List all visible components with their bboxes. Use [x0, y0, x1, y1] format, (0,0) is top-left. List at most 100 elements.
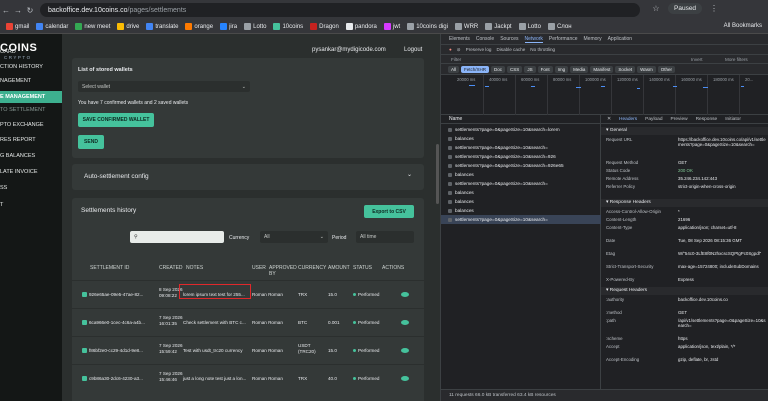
wallet-select[interactable]: Select wallet ⌄: [78, 81, 250, 92]
devtools-tab-network[interactable]: Network: [524, 36, 543, 43]
more-filters[interactable]: More filters: [725, 55, 748, 64]
sidebar-item-10[interactable]: T: [0, 199, 62, 211]
request-row[interactable]: settlements?page=0&pageSize=10&search=: [441, 179, 601, 188]
bookmark-0[interactable]: gmail: [6, 23, 29, 30]
profile-button[interactable]: Paused: [668, 3, 703, 14]
back-icon[interactable]: ←: [0, 6, 12, 15]
request-row[interactable]: settlements?page=0&pageSize=10&search=: [441, 143, 601, 152]
type-filter-6[interactable]: Img: [554, 65, 569, 73]
type-filter-3[interactable]: CSS: [507, 65, 523, 73]
save-wallet-button[interactable]: SAVE CONFIRMED WALLET: [78, 113, 154, 127]
sidebar-item-2[interactable]: NAGEMENT: [0, 75, 62, 87]
type-filter-9[interactable]: Socket: [615, 65, 636, 73]
bookmark-1[interactable]: calendar: [36, 23, 68, 30]
type-filter-11[interactable]: Other: [657, 65, 676, 73]
close-icon[interactable]: ✕: [607, 117, 611, 122]
copy-icon[interactable]: [82, 320, 87, 325]
copy-icon[interactable]: [82, 348, 87, 353]
type-filter-4[interactable]: JS: [524, 65, 536, 73]
currency-select[interactable]: All ⌄: [260, 231, 328, 243]
bookmark-11[interactable]: jwt: [383, 23, 400, 30]
forward-icon[interactable]: →: [12, 6, 24, 15]
bookmark-16[interactable]: Слон: [547, 23, 572, 30]
request-row[interactable]: balances: [441, 188, 601, 197]
filter-input[interactable]: Filter Invert More filters: [441, 55, 768, 64]
eye-icon[interactable]: [401, 320, 409, 325]
detail-tab-initiator[interactable]: Initiator: [725, 117, 741, 122]
bookmark-7[interactable]: Lotto: [244, 23, 266, 30]
bookmark-10[interactable]: pandora: [345, 23, 377, 30]
type-filter-2[interactable]: Doc: [491, 65, 506, 73]
request-row[interactable]: balances: [441, 197, 601, 206]
sidebar-item-0[interactable]: OARD: [0, 46, 62, 58]
sidebar-item-1[interactable]: CTION HISTORY: [0, 61, 62, 73]
type-filter-5[interactable]: Font: [537, 65, 553, 73]
reload-icon[interactable]: ↻: [24, 6, 36, 15]
record-icon[interactable]: ●: [449, 47, 452, 52]
eye-icon[interactable]: [401, 292, 409, 297]
devtools-tab-console[interactable]: Console: [476, 36, 494, 42]
devtools-tab-elements[interactable]: Elements: [449, 36, 470, 42]
devtools-tab-sources[interactable]: Sources: [500, 36, 518, 42]
bookmark-2[interactable]: new meet: [75, 23, 110, 30]
sidebar-item-4[interactable]: TO SETTLEMENT: [0, 104, 62, 116]
address-bar[interactable]: backoffice.dev.10coins.co/pages/settleme…: [40, 3, 640, 17]
network-option-2[interactable]: No throttling: [530, 47, 555, 52]
sidebar-item-9[interactable]: SS: [0, 182, 62, 194]
detail-tab-payload[interactable]: Payload: [645, 117, 662, 122]
bookmark-15[interactable]: Lotto: [518, 23, 541, 30]
sidebar-item-7[interactable]: G BALANCES: [0, 150, 62, 162]
send-button[interactable]: SEND: [78, 135, 104, 149]
request-row[interactable]: balances: [441, 134, 601, 143]
menu-icon[interactable]: ⋮: [708, 4, 720, 13]
detail-tab-response[interactable]: Response: [696, 117, 718, 122]
type-filter-8[interactable]: Manifest: [590, 65, 614, 73]
type-filter-7[interactable]: Media: [570, 65, 589, 73]
period-select[interactable]: All time: [356, 231, 414, 243]
type-filter-0[interactable]: All: [448, 65, 460, 73]
sidebar-item-3[interactable]: E MANAGEMENT: [0, 91, 62, 103]
sidebar-item-8[interactable]: LATE INVOICE: [0, 166, 62, 178]
bookmark-6[interactable]: jira: [220, 23, 237, 30]
search-input[interactable]: ⚲: [130, 231, 224, 243]
request-section-header[interactable]: ▾ Request Headers: [601, 287, 768, 295]
auto-settlement-card[interactable]: Auto-settlement config ⌄: [72, 164, 424, 190]
request-row[interactable]: settlements?page=0&pageSize=10&search=92…: [441, 152, 601, 161]
detail-tab-headers[interactable]: Headers: [619, 117, 637, 122]
eye-icon[interactable]: [401, 348, 409, 353]
devtools-tab-application[interactable]: Application: [608, 36, 632, 42]
bookmark-14[interactable]: Jackpt: [485, 23, 512, 30]
invert-toggle[interactable]: Invert: [691, 55, 703, 64]
response-section-header[interactable]: ▾ Response Headers: [601, 199, 768, 207]
request-row[interactable]: settlements?page=0&pageSize=10&search=: [441, 215, 601, 224]
bookmark-9[interactable]: Dragon: [310, 23, 339, 30]
network-option-1[interactable]: Disable cache: [496, 47, 525, 52]
copy-icon[interactable]: [82, 292, 87, 297]
clear-icon[interactable]: ⊘: [457, 47, 461, 53]
bookmark-4[interactable]: translate: [146, 23, 178, 30]
star-icon[interactable]: ☆: [650, 4, 662, 13]
request-row[interactable]: balances: [441, 170, 601, 179]
page-scrollbar[interactable]: [436, 144, 439, 204]
devtools-tab-memory[interactable]: Memory: [584, 36, 602, 42]
type-filter-10[interactable]: Wasm: [637, 65, 656, 73]
sidebar-item-5[interactable]: PTO EXCHANGE: [0, 119, 62, 131]
request-row[interactable]: settlements?page=0&pageSize=10&search=lo…: [441, 125, 601, 134]
network-option-0[interactable]: Preserve log: [466, 47, 492, 52]
request-row[interactable]: balances: [441, 206, 601, 215]
sidebar-item-6[interactable]: RES REPORT: [0, 134, 62, 146]
logout-button[interactable]: Logout: [404, 47, 422, 53]
export-csv-button[interactable]: Export to CSV: [364, 205, 414, 218]
detail-tab-preview[interactable]: Preview: [671, 117, 688, 122]
bookmark-13[interactable]: WRR: [454, 23, 478, 30]
copy-icon[interactable]: [82, 376, 87, 381]
eye-icon[interactable]: [401, 376, 409, 381]
bookmark-5[interactable]: orange: [185, 23, 213, 30]
bookmark-3[interactable]: drive: [117, 23, 139, 30]
general-section-header[interactable]: ▾ General: [601, 127, 768, 135]
all-bookmarks[interactable]: All Bookmarks: [724, 23, 762, 29]
type-filter-1[interactable]: Fetch/XHR: [461, 65, 490, 73]
bookmark-8[interactable]: 10coins: [273, 23, 303, 30]
bookmark-12[interactable]: 10coins digi: [407, 23, 448, 30]
devtools-tab-performance[interactable]: Performance: [549, 36, 578, 42]
